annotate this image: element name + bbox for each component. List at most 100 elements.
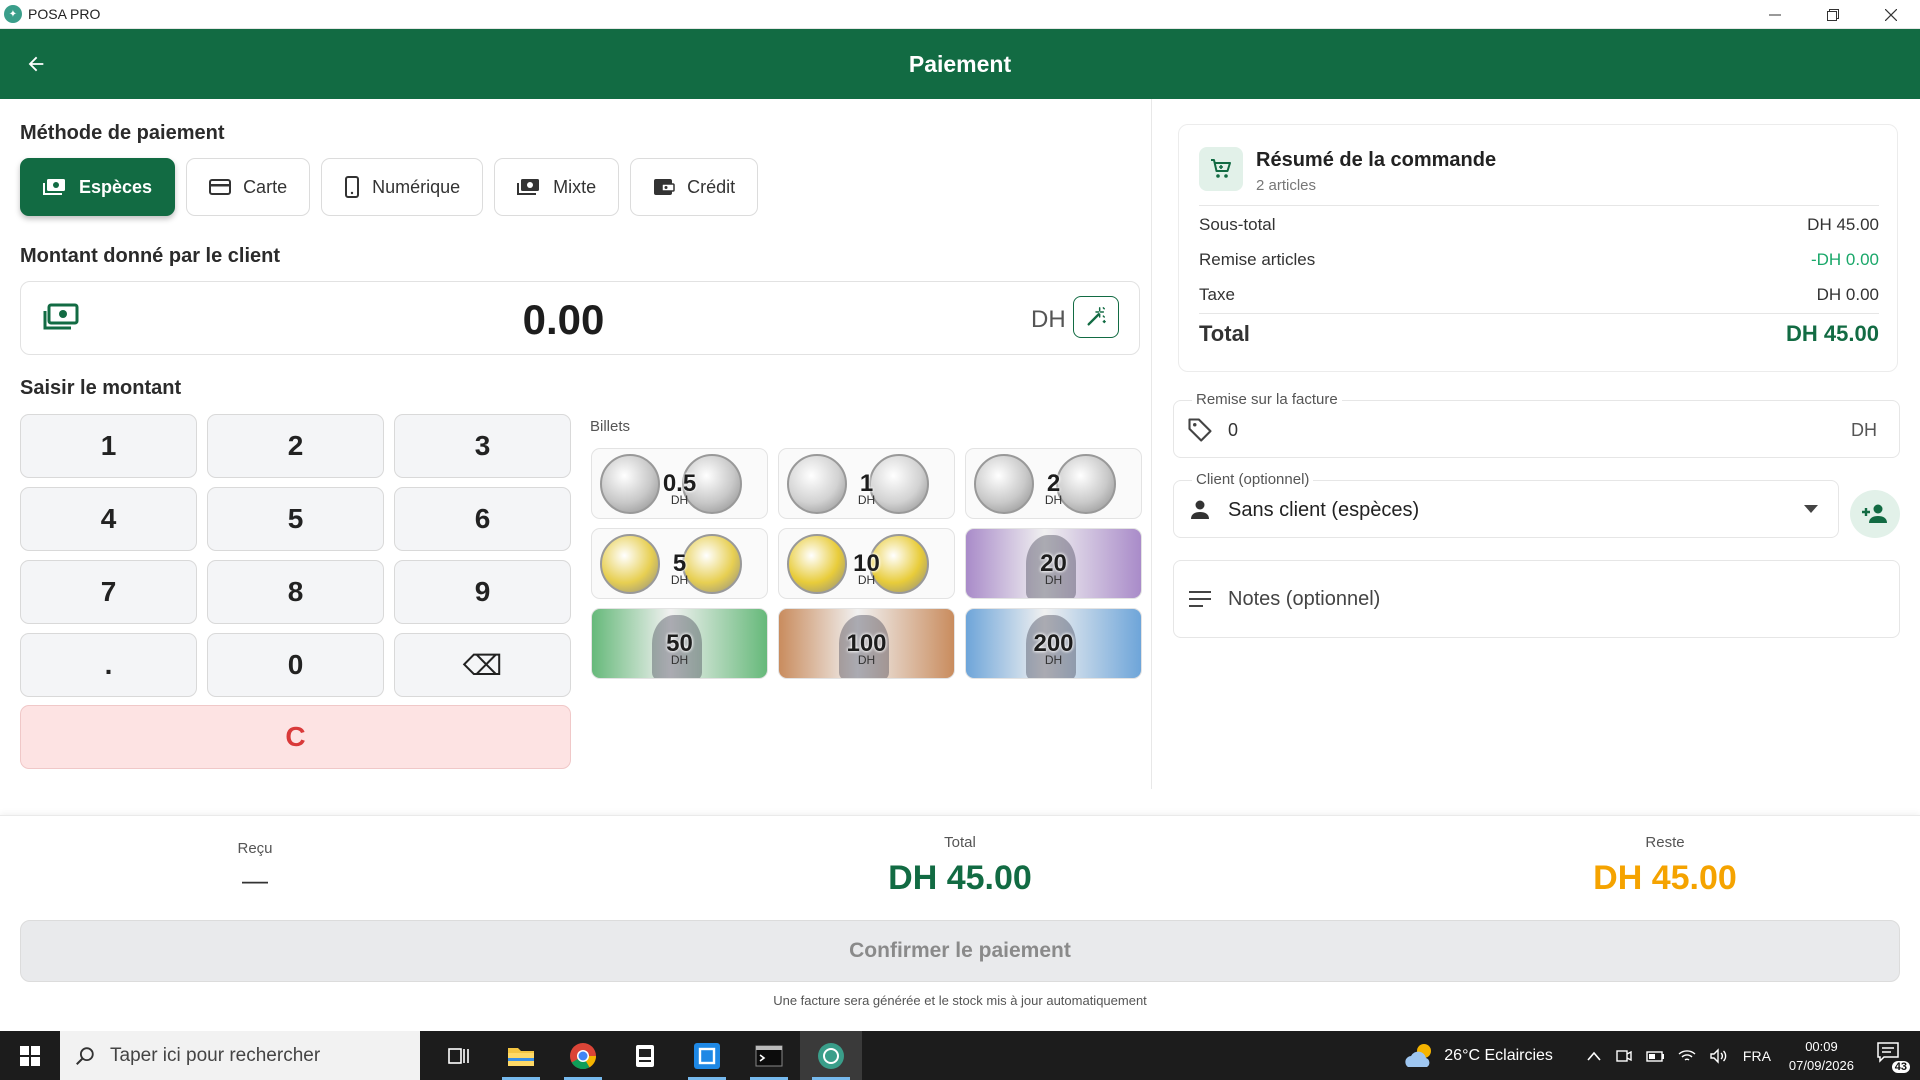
client-select[interactable]: Client (optionnel) Sans client (espèces): [1173, 471, 1839, 538]
tag-icon: [1188, 418, 1212, 442]
denomination-value: 0.5: [662, 469, 697, 497]
summary-row-subtotal: Sous-total DH 45.00: [1199, 215, 1879, 235]
total-value: DH 45.00: [1786, 321, 1879, 346]
method-numerique-button[interactable]: Numérique: [321, 158, 484, 216]
key-clear[interactable]: C: [20, 705, 571, 769]
taskbar-file-explorer[interactable]: [490, 1031, 552, 1080]
chrome-icon: [570, 1042, 597, 1069]
invoice-discount-field[interactable]: Remise sur la facture 0 DH: [1173, 391, 1900, 458]
cash-icon: [43, 179, 65, 195]
reste-value: DH 45.00: [1593, 859, 1737, 897]
battery-icon[interactable]: [1645, 1049, 1665, 1063]
taskbar-posa-pro[interactable]: [800, 1031, 862, 1080]
key-backspace[interactable]: ⌫: [394, 633, 571, 697]
back-button[interactable]: [18, 46, 54, 82]
system-tray: 26°C Eclaircies FRA 00:09 07/09/2026 43: [1402, 1031, 1920, 1080]
row-label: Sous-total: [1199, 215, 1276, 234]
denomination-100-button[interactable]: 100 DH: [778, 608, 955, 679]
auto-fill-button[interactable]: [1073, 296, 1119, 338]
magic-wand-icon: [1087, 307, 1106, 326]
add-client-button[interactable]: [1850, 490, 1900, 538]
summary-row-discount: Remise articles -DH 0.00: [1199, 250, 1879, 270]
key-3[interactable]: 3: [394, 414, 571, 478]
notification-center-button[interactable]: 43: [1876, 1041, 1910, 1073]
summary-subtitle: 2 articles: [1256, 177, 1317, 194]
denomination-value: 20: [1040, 549, 1067, 577]
footer-total-label: Total: [944, 834, 976, 851]
denomination-200-button[interactable]: 200 DH: [965, 608, 1142, 679]
method-label: Espèces: [79, 176, 153, 197]
wifi-icon[interactable]: [1677, 1048, 1697, 1064]
key-9[interactable]: 9: [394, 560, 571, 624]
denomination-1-button[interactable]: 1 DH: [778, 448, 955, 519]
denomination-50-button[interactable]: 50 DH: [591, 608, 768, 679]
amount-currency: DH: [1031, 306, 1066, 333]
mixed-icon: [517, 179, 540, 195]
summary-row-tax: Taxe DH 0.00: [1199, 285, 1879, 305]
meet-icon[interactable]: [1615, 1047, 1633, 1065]
taskbar-app-blue[interactable]: [676, 1031, 738, 1080]
payment-method-group: Espèces Carte Numérique Mixte Crédit: [20, 158, 759, 216]
denomination-0.5-button[interactable]: 0.5 DH: [591, 448, 768, 519]
windows-logo-icon: [20, 1045, 40, 1066]
taskbar-search[interactable]: Taper ici pour rechercher: [60, 1031, 420, 1080]
person-add-icon: [1862, 504, 1887, 523]
method-carte-button[interactable]: Carte: [186, 158, 311, 216]
method-credit-button[interactable]: Crédit: [630, 158, 759, 216]
footer-note: Une facture sera générée et le stock mis…: [773, 993, 1147, 1008]
close-window-button[interactable]: [1862, 0, 1920, 29]
key-5[interactable]: 5: [207, 487, 384, 551]
key-8[interactable]: 8: [207, 560, 384, 624]
denomination-currency: DH: [1044, 653, 1063, 667]
key-0[interactable]: 0: [207, 633, 384, 697]
denomination-10-button[interactable]: 10 DH: [778, 528, 955, 599]
discount-currency: DH: [1851, 420, 1877, 440]
restore-icon: [1827, 8, 1839, 21]
task-view-button[interactable]: [428, 1031, 490, 1080]
row-value: -DH 0.00: [1810, 250, 1879, 269]
confirm-payment-button[interactable]: Confirmer le paiement: [20, 920, 1900, 982]
chevron-up-icon[interactable]: [1587, 1051, 1601, 1061]
denomination-currency: DH: [670, 573, 689, 587]
clock[interactable]: 00:09 07/09/2026: [1789, 1037, 1854, 1075]
key-4[interactable]: 4: [20, 487, 197, 551]
key-decimal[interactable]: .: [20, 633, 197, 697]
denomination-20-button[interactable]: 20 DH: [965, 528, 1142, 599]
recu-block: Reçu —: [215, 840, 295, 896]
method-mixte-button[interactable]: Mixte: [494, 158, 620, 216]
weather-text[interactable]: 26°C Eclaircies: [1444, 1047, 1553, 1065]
discount-label: Remise sur la facture: [1192, 391, 1342, 408]
taskbar-app-notes[interactable]: [614, 1031, 676, 1080]
row-label: Remise articles: [1199, 250, 1316, 269]
panel-divider: [1151, 99, 1152, 789]
denomination-5-button[interactable]: 5 DH: [591, 528, 768, 599]
denomination-value: 10: [853, 549, 880, 577]
denomination-value: 1: [859, 469, 874, 497]
method-label: Mixte: [553, 176, 597, 197]
key-7[interactable]: 7: [20, 560, 197, 624]
taskbar-terminal[interactable]: [738, 1031, 800, 1080]
start-button[interactable]: [0, 1031, 60, 1080]
key-1[interactable]: 1: [20, 414, 197, 478]
denomination-currency: DH: [670, 653, 689, 667]
app-blue-icon: [694, 1042, 720, 1069]
method-label: Crédit: [687, 176, 736, 197]
terminal-icon: [755, 1045, 783, 1066]
denomination-2-button[interactable]: 2 DH: [965, 448, 1142, 519]
volume-icon[interactable]: [1709, 1047, 1729, 1064]
denomination-currency: DH: [857, 493, 876, 507]
total-label: Total: [1199, 321, 1250, 346]
minimize-button[interactable]: [1746, 0, 1804, 29]
restore-button[interactable]: [1804, 0, 1862, 29]
taskbar-chrome[interactable]: [552, 1031, 614, 1080]
amount-field[interactable]: 0.00 DH: [20, 281, 1140, 355]
key-6[interactable]: 6: [394, 487, 571, 551]
notes-field[interactable]: Notes (optionnel): [1173, 560, 1900, 638]
wallet-icon: [654, 179, 675, 195]
weather-icon: [1405, 1043, 1432, 1067]
method-especes-button[interactable]: Espèces: [20, 158, 176, 216]
language-indicator[interactable]: FRA: [1743, 1048, 1771, 1064]
search-icon: [76, 1046, 94, 1065]
minimize-icon: [1769, 14, 1781, 15]
key-2[interactable]: 2: [207, 414, 384, 478]
